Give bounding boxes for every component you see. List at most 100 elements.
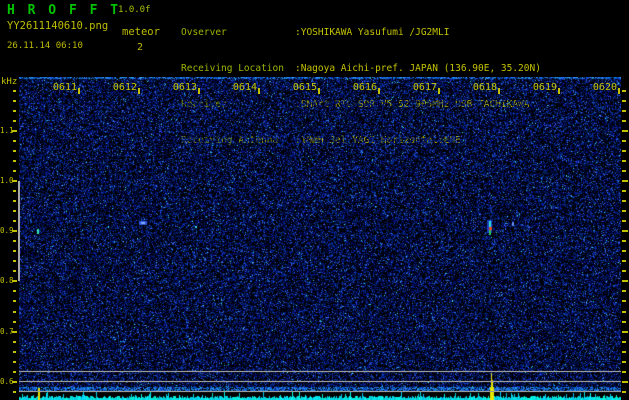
freq-tick-right [622, 311, 626, 313]
freq-tick-right [622, 90, 626, 92]
freq-tick-label: 1.1 [0, 126, 14, 135]
freq-tick-right [622, 371, 626, 373]
freq-tick-left [13, 200, 16, 202]
freq-tick-left [13, 300, 16, 302]
freq-tick-left [13, 391, 16, 393]
mode-label: meteor [122, 26, 160, 38]
time-tick [318, 88, 320, 94]
time-tick [138, 88, 140, 94]
time-tick-label: 0613 [172, 82, 197, 93]
freq-tick-left [13, 190, 16, 192]
meteor-count-value: 2 [137, 42, 144, 53]
freq-tick-label: 0.7 [0, 327, 14, 336]
freq-tick-right [622, 210, 626, 212]
info-value: :Nagoya Aichi-pref. JAPAN (136.90E, 35.2… [295, 63, 541, 74]
threshold-line [19, 371, 621, 372]
freq-tick-left [13, 341, 16, 343]
freq-tick-right [622, 341, 626, 343]
time-tick [78, 88, 80, 94]
freq-tick-right [622, 331, 628, 333]
freq-tick-left [13, 210, 16, 212]
observation-datetime: 26.11.14 06:10 [7, 41, 83, 51]
freq-tick-label: 0.6 [0, 377, 14, 386]
time-tick [558, 88, 560, 94]
freq-tick-right [622, 391, 626, 393]
time-tick-label: 0618 [472, 82, 497, 93]
freq-tick-right [622, 190, 626, 192]
freq-tick-left [13, 240, 16, 242]
output-filename: YY2611140610.png [7, 20, 109, 32]
freq-tick-left [13, 260, 16, 262]
freq-tick-left [13, 321, 16, 323]
freq-tick-right [622, 381, 628, 383]
time-tick-label: 0614 [232, 82, 257, 93]
freq-axis-unit: kHz [1, 77, 18, 87]
freq-tick-right [622, 230, 628, 232]
time-tick-label: 0616 [352, 82, 377, 93]
freq-tick-right [622, 110, 626, 112]
time-tick [378, 88, 380, 94]
time-tick [198, 88, 200, 94]
freq-tick-label: 0.8 [0, 276, 14, 285]
freq-tick-right [622, 300, 626, 302]
time-tick-label: 0611 [52, 82, 77, 93]
time-tick-label: 0615 [292, 82, 317, 93]
freq-tick-left [13, 140, 16, 142]
time-tick [438, 88, 440, 94]
info-value: :YOSHIKAWA Yasufumi /JG2MLI [295, 27, 450, 38]
freq-tick-right [622, 280, 628, 282]
freq-tick-right [622, 361, 626, 363]
app-version: 1.0.0f [118, 5, 151, 15]
freq-tick-right [622, 250, 626, 252]
threshold-line [19, 391, 621, 392]
freq-tick-right [622, 120, 626, 122]
freq-tick-right [622, 100, 626, 102]
info-label: Ovserver [181, 27, 227, 38]
freq-tick-right [622, 160, 626, 162]
freq-tick-left [13, 270, 16, 272]
freq-tick-left [13, 160, 16, 162]
time-tick-label: 0617 [412, 82, 437, 93]
freq-tick-right [622, 200, 626, 202]
freq-tick-right [622, 150, 626, 152]
freq-tick-left [13, 371, 16, 373]
threshold-line [19, 381, 621, 382]
freq-tick-right [622, 220, 626, 222]
info-row-location: Receiving Location :Nagoya Aichi-pref. JA… [181, 63, 541, 75]
freq-tick-left [13, 150, 16, 152]
freq-tick-left [13, 100, 16, 102]
time-tick [618, 88, 620, 94]
freq-tick-right [622, 290, 626, 292]
freq-tick-right [622, 321, 626, 323]
time-tick-label: 0619 [532, 82, 557, 93]
freq-tick-right [622, 351, 626, 353]
freq-tick-label: 1.0 [0, 176, 14, 185]
freq-tick-right [622, 240, 626, 242]
hrofft-output-window: H R O F F T 1.0.0f YY2611140610.png mete… [0, 0, 629, 400]
freq-band-marker [18, 181, 20, 281]
info-row-observer: Ovserver :YOSHIKAWA Yasufumi /JG2MLI [181, 27, 541, 39]
freq-tick-label: 0.9 [0, 226, 14, 235]
freq-tick-right [622, 170, 626, 172]
time-tick-label: 0620 [592, 82, 617, 93]
freq-tick-left [13, 120, 16, 122]
freq-tick-left [13, 90, 16, 92]
spectrogram-canvas [19, 77, 621, 400]
freq-tick-left [13, 220, 16, 222]
freq-tick-right [622, 180, 628, 182]
freq-tick-left [13, 361, 16, 363]
freq-tick-left [13, 351, 16, 353]
freq-tick-left [13, 170, 16, 172]
freq-tick-right [622, 270, 626, 272]
freq-tick-left [13, 311, 16, 313]
freq-tick-right [622, 140, 626, 142]
freq-tick-right [622, 260, 626, 262]
info-label: Receiving Location [181, 63, 284, 74]
time-tick-label: 0612 [112, 82, 137, 93]
freq-tick-left [13, 110, 16, 112]
time-tick [258, 88, 260, 94]
freq-tick-left [13, 250, 16, 252]
freq-tick-left [13, 290, 16, 292]
time-tick [498, 88, 500, 94]
app-title: H R O F F T [7, 3, 121, 18]
